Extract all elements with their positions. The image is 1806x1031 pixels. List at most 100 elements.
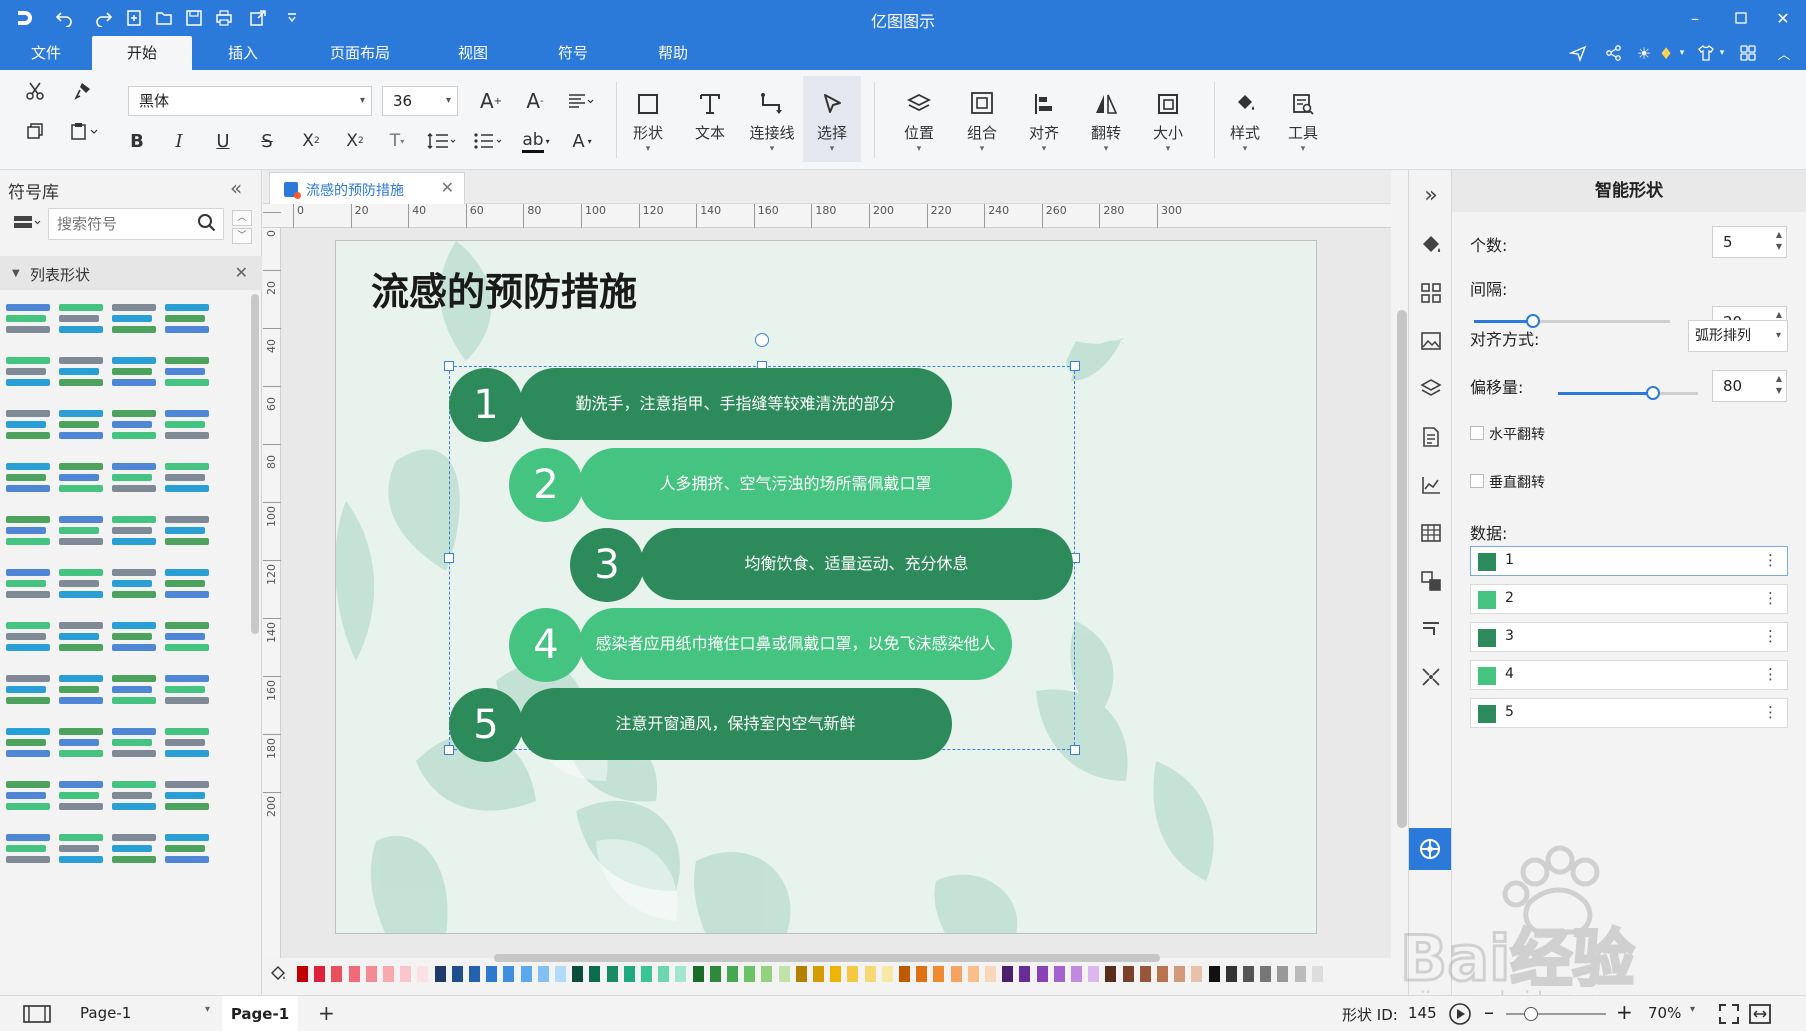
shape-thumbnail[interactable] bbox=[59, 724, 115, 764]
list-item[interactable]: 注意开窗通风，保持室内空气新鲜 5 bbox=[449, 688, 954, 762]
shape-thumbnail[interactable] bbox=[59, 406, 115, 446]
shape-thumbnail[interactable] bbox=[6, 459, 62, 499]
color-swatch[interactable] bbox=[1478, 667, 1496, 685]
play-icon[interactable] bbox=[1448, 1002, 1472, 1026]
color-swatch[interactable] bbox=[606, 966, 618, 982]
shape-thumbnail[interactable] bbox=[6, 671, 62, 711]
shape-thumbnail[interactable] bbox=[165, 565, 221, 605]
shape-thumbnail[interactable] bbox=[6, 618, 62, 658]
zoom-in-icon[interactable]: + bbox=[1616, 1000, 1633, 1024]
cut-icon[interactable] bbox=[20, 76, 50, 106]
offset-stepper[interactable]: 80 ▲ ▼ bbox=[1712, 370, 1787, 402]
shape-thumbnail[interactable] bbox=[165, 777, 221, 817]
stepper-arrows-icon[interactable]: ▲▼ bbox=[1776, 373, 1782, 397]
list-item[interactable]: 勤洗手，注意指甲、手指缝等较难清洗的部分 1 bbox=[449, 368, 954, 442]
shape-thumbnail[interactable] bbox=[59, 300, 115, 340]
shape-thumbnail[interactable] bbox=[165, 300, 221, 340]
collapse-ribbon-icon[interactable]: ︿ bbox=[1772, 41, 1796, 65]
superscript-icon[interactable]: X2 bbox=[296, 128, 326, 154]
color-swatch[interactable] bbox=[778, 966, 790, 982]
fill-bucket-icon[interactable] bbox=[269, 965, 287, 983]
send-icon[interactable] bbox=[1566, 41, 1590, 65]
close-window-button[interactable]: ✕ bbox=[1760, 0, 1806, 36]
minimize-button[interactable]: – bbox=[1672, 0, 1718, 36]
shape-thumbnail[interactable] bbox=[165, 353, 221, 393]
horizontal-flip-checkbox[interactable] bbox=[1470, 426, 1484, 440]
shape-thumbnail[interactable] bbox=[165, 512, 221, 552]
text-highlight-icon[interactable]: ab ▾ bbox=[516, 126, 556, 156]
offset-slider[interactable] bbox=[1558, 386, 1698, 400]
shape-thumbnail[interactable] bbox=[59, 512, 115, 552]
color-swatch[interactable] bbox=[967, 966, 979, 982]
select-tool-button[interactable]: 选择 ▾ bbox=[803, 76, 861, 162]
shape-thumbnail[interactable] bbox=[112, 300, 168, 340]
shape-thumbnail[interactable] bbox=[59, 565, 115, 605]
copy-icon[interactable] bbox=[20, 116, 50, 146]
color-swatch[interactable] bbox=[1174, 966, 1186, 982]
color-swatch[interactable] bbox=[1053, 966, 1065, 982]
increase-font-icon[interactable]: A + bbox=[476, 86, 506, 116]
font-size-select[interactable]: 36 ▾ bbox=[382, 86, 458, 116]
shape-thumbnail[interactable] bbox=[112, 353, 168, 393]
resize-handle-ne[interactable] bbox=[1070, 361, 1080, 371]
color-swatch[interactable] bbox=[469, 966, 480, 982]
fullscreen-icon[interactable] bbox=[1718, 1003, 1740, 1025]
library-menu-icon[interactable] bbox=[12, 212, 44, 236]
color-swatch[interactable] bbox=[761, 966, 773, 982]
strikethrough-icon[interactable]: S bbox=[254, 128, 280, 154]
color-swatch[interactable] bbox=[899, 966, 910, 982]
more-options-icon[interactable]: ⋮ bbox=[1763, 589, 1778, 607]
color-swatch[interactable] bbox=[1478, 553, 1496, 571]
underline-icon[interactable]: U bbox=[210, 128, 236, 154]
share-icon[interactable] bbox=[1602, 41, 1626, 65]
color-swatch[interactable] bbox=[1019, 966, 1031, 982]
list-item[interactable]: 均衡饮食、适量运动、充分休息 3 bbox=[570, 528, 1075, 602]
shape-thumbnail[interactable] bbox=[59, 671, 115, 711]
data-row[interactable]: 1 ⋮ bbox=[1470, 546, 1788, 576]
shape-thumbnail[interactable] bbox=[112, 459, 168, 499]
shape-thumbnail[interactable] bbox=[165, 671, 221, 711]
redo-icon[interactable] bbox=[92, 6, 116, 30]
connector-tool-button[interactable]: 连接线 ▾ bbox=[743, 76, 801, 162]
document-tab[interactable]: 流感的预防措施 ✕ bbox=[269, 172, 465, 204]
size-button[interactable]: 大小 ▾ bbox=[1139, 76, 1197, 162]
italic-icon[interactable]: I bbox=[166, 128, 192, 154]
bullet-list-icon[interactable] bbox=[470, 128, 506, 154]
color-swatch[interactable] bbox=[847, 966, 859, 982]
color-swatch[interactable] bbox=[1191, 966, 1203, 982]
skin-dropdown-icon[interactable]: ▾ bbox=[1710, 41, 1734, 65]
vip-dropdown-icon[interactable]: ▾ bbox=[1670, 41, 1694, 65]
shape-thumbnail[interactable] bbox=[165, 406, 221, 446]
shape-thumbnail[interactable] bbox=[112, 671, 168, 711]
position-button[interactable]: 位置 ▾ bbox=[890, 76, 948, 162]
shape-thumbnail[interactable] bbox=[112, 830, 168, 870]
new-file-icon[interactable] bbox=[122, 6, 146, 30]
open-folder-icon[interactable] bbox=[152, 6, 176, 30]
shape-thumbnail[interactable] bbox=[6, 777, 62, 817]
grid-layout-icon[interactable] bbox=[1416, 278, 1446, 308]
color-swatch[interactable] bbox=[675, 966, 687, 982]
shape-thumbnail[interactable] bbox=[59, 618, 115, 658]
shape-thumbnail[interactable] bbox=[165, 830, 221, 870]
customize-quick-access-icon[interactable] bbox=[280, 6, 304, 30]
data-row[interactable]: 2 ⋮ bbox=[1470, 584, 1788, 614]
format-painter-icon[interactable] bbox=[68, 76, 98, 106]
color-swatch[interactable] bbox=[692, 966, 704, 982]
close-tab-icon[interactable]: ✕ bbox=[441, 178, 454, 197]
category-header-list-shapes[interactable]: ▼ 列表形状 ✕ bbox=[0, 256, 262, 290]
menu-view[interactable]: 视图 bbox=[430, 36, 516, 70]
color-swatch[interactable] bbox=[417, 966, 429, 982]
color-swatch[interactable] bbox=[451, 966, 463, 982]
shape-thumbnail[interactable] bbox=[165, 618, 221, 658]
library-scrollbar[interactable] bbox=[251, 294, 259, 634]
color-swatch[interactable] bbox=[795, 966, 807, 982]
line-spacing-icon[interactable] bbox=[422, 128, 460, 154]
color-swatch[interactable] bbox=[1478, 705, 1496, 723]
canvas-vertical-scrollbar[interactable] bbox=[1397, 310, 1407, 828]
color-swatch[interactable] bbox=[933, 966, 945, 982]
color-swatch[interactable] bbox=[572, 966, 584, 982]
shape-thumbnail[interactable] bbox=[59, 459, 115, 499]
more-options-icon[interactable]: ⋮ bbox=[1763, 665, 1778, 683]
color-swatch[interactable] bbox=[1311, 966, 1323, 982]
zoom-level[interactable]: 70% bbox=[1648, 1004, 1681, 1022]
